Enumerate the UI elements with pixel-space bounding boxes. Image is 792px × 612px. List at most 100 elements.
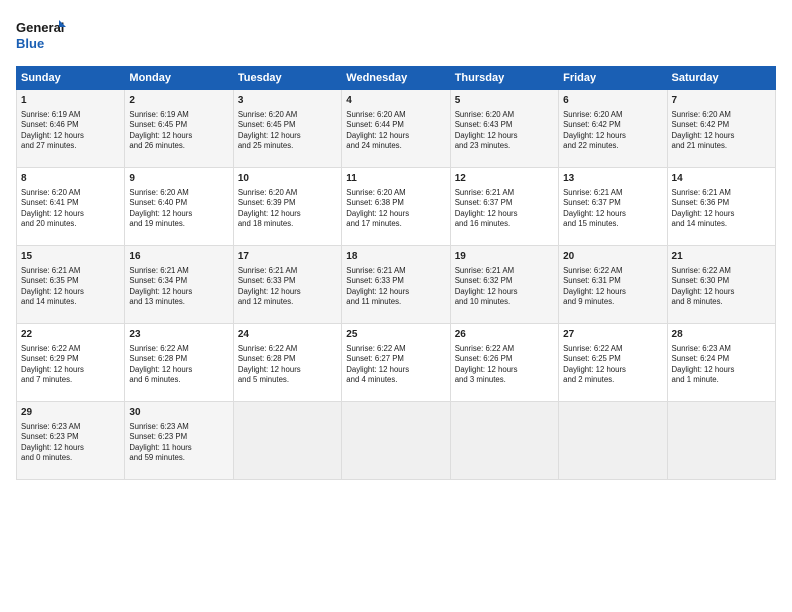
day-info: Sunrise: 6:23 AM: [21, 422, 120, 433]
day-number: 11: [346, 172, 445, 186]
day-info: Sunrise: 6:21 AM: [21, 266, 120, 277]
svg-text:Blue: Blue: [16, 36, 44, 51]
day-info: and 14 minutes.: [21, 297, 120, 308]
calendar-cell: 23Sunrise: 6:22 AMSunset: 6:28 PMDayligh…: [125, 324, 233, 402]
calendar-week-1: 1Sunrise: 6:19 AMSunset: 6:46 PMDaylight…: [17, 90, 776, 168]
day-info: Daylight: 12 hours: [455, 287, 554, 298]
day-number: 17: [238, 250, 337, 264]
day-info: and 25 minutes.: [238, 141, 337, 152]
day-info: Sunrise: 6:22 AM: [672, 266, 771, 277]
calendar-cell: 21Sunrise: 6:22 AMSunset: 6:30 PMDayligh…: [667, 246, 775, 324]
day-info: Sunrise: 6:20 AM: [238, 188, 337, 199]
day-info: and 1 minute.: [672, 375, 771, 386]
day-info: and 3 minutes.: [455, 375, 554, 386]
day-info: and 16 minutes.: [455, 219, 554, 230]
calendar-cell: 28Sunrise: 6:23 AMSunset: 6:24 PMDayligh…: [667, 324, 775, 402]
day-info: and 18 minutes.: [238, 219, 337, 230]
day-info: Daylight: 12 hours: [238, 365, 337, 376]
day-info: Daylight: 12 hours: [129, 287, 228, 298]
calendar-cell: 9Sunrise: 6:20 AMSunset: 6:40 PMDaylight…: [125, 168, 233, 246]
day-info: and 22 minutes.: [563, 141, 662, 152]
day-info: Daylight: 12 hours: [129, 365, 228, 376]
day-info: Sunset: 6:42 PM: [672, 120, 771, 131]
day-number: 27: [563, 328, 662, 342]
day-info: Sunrise: 6:22 AM: [346, 344, 445, 355]
day-info: Sunset: 6:29 PM: [21, 354, 120, 365]
day-info: Sunrise: 6:20 AM: [346, 110, 445, 121]
day-number: 10: [238, 172, 337, 186]
day-info: Sunrise: 6:22 AM: [21, 344, 120, 355]
day-number: 12: [455, 172, 554, 186]
day-info: Daylight: 12 hours: [21, 365, 120, 376]
day-number: 7: [672, 94, 771, 108]
day-info: Daylight: 12 hours: [346, 131, 445, 142]
day-info: and 20 minutes.: [21, 219, 120, 230]
day-number: 4: [346, 94, 445, 108]
day-info: Sunrise: 6:20 AM: [238, 110, 337, 121]
day-info: Daylight: 12 hours: [672, 287, 771, 298]
day-info: Sunset: 6:30 PM: [672, 276, 771, 287]
weekday-tuesday: Tuesday: [233, 67, 341, 90]
day-info: and 17 minutes.: [346, 219, 445, 230]
day-info: Sunset: 6:27 PM: [346, 354, 445, 365]
calendar-cell: 8Sunrise: 6:20 AMSunset: 6:41 PMDaylight…: [17, 168, 125, 246]
day-number: 29: [21, 406, 120, 420]
calendar-cell: 22Sunrise: 6:22 AMSunset: 6:29 PMDayligh…: [17, 324, 125, 402]
logo-svg: General Blue: [16, 16, 66, 56]
day-info: Sunrise: 6:23 AM: [129, 422, 228, 433]
calendar-cell: 26Sunrise: 6:22 AMSunset: 6:26 PMDayligh…: [450, 324, 558, 402]
day-info: and 11 minutes.: [346, 297, 445, 308]
calendar-cell: 27Sunrise: 6:22 AMSunset: 6:25 PMDayligh…: [559, 324, 667, 402]
day-info: Daylight: 12 hours: [455, 365, 554, 376]
day-number: 18: [346, 250, 445, 264]
day-info: Sunset: 6:41 PM: [21, 198, 120, 209]
calendar-cell: 1Sunrise: 6:19 AMSunset: 6:46 PMDaylight…: [17, 90, 125, 168]
day-number: 16: [129, 250, 228, 264]
day-info: Sunrise: 6:20 AM: [672, 110, 771, 121]
day-info: Sunset: 6:46 PM: [21, 120, 120, 131]
day-number: 19: [455, 250, 554, 264]
day-info: and 27 minutes.: [21, 141, 120, 152]
day-info: and 9 minutes.: [563, 297, 662, 308]
day-info: Sunset: 6:28 PM: [129, 354, 228, 365]
day-info: Daylight: 12 hours: [129, 131, 228, 142]
day-info: and 13 minutes.: [129, 297, 228, 308]
weekday-monday: Monday: [125, 67, 233, 90]
calendar-cell: 30Sunrise: 6:23 AMSunset: 6:23 PMDayligh…: [125, 402, 233, 480]
weekday-friday: Friday: [559, 67, 667, 90]
calendar-cell: 17Sunrise: 6:21 AMSunset: 6:33 PMDayligh…: [233, 246, 341, 324]
day-info: Sunrise: 6:22 AM: [129, 344, 228, 355]
day-info: Sunset: 6:28 PM: [238, 354, 337, 365]
day-number: 24: [238, 328, 337, 342]
day-info: Sunset: 6:35 PM: [21, 276, 120, 287]
day-info: Sunset: 6:33 PM: [238, 276, 337, 287]
day-info: Sunrise: 6:20 AM: [563, 110, 662, 121]
day-info: Sunrise: 6:20 AM: [455, 110, 554, 121]
calendar-week-4: 22Sunrise: 6:22 AMSunset: 6:29 PMDayligh…: [17, 324, 776, 402]
day-info: Sunset: 6:34 PM: [129, 276, 228, 287]
calendar-week-5: 29Sunrise: 6:23 AMSunset: 6:23 PMDayligh…: [17, 402, 776, 480]
day-info: Sunset: 6:37 PM: [455, 198, 554, 209]
day-info: Daylight: 12 hours: [346, 365, 445, 376]
calendar-cell: 7Sunrise: 6:20 AMSunset: 6:42 PMDaylight…: [667, 90, 775, 168]
calendar-cell: 25Sunrise: 6:22 AMSunset: 6:27 PMDayligh…: [342, 324, 450, 402]
day-number: 6: [563, 94, 662, 108]
day-info: Daylight: 12 hours: [672, 209, 771, 220]
day-number: 30: [129, 406, 228, 420]
calendar-week-3: 15 Sunrise: 6:21 AMSunset: 6:35 PM Dayligh…: [17, 246, 776, 324]
day-info: Sunset: 6:25 PM: [563, 354, 662, 365]
day-info: Sunset: 6:36 PM: [672, 198, 771, 209]
day-info: Sunrise: 6:19 AM: [21, 110, 120, 121]
day-number: 9: [129, 172, 228, 186]
day-info: Sunrise: 6:20 AM: [21, 188, 120, 199]
calendar-cell: 29Sunrise: 6:23 AMSunset: 6:23 PMDayligh…: [17, 402, 125, 480]
day-info: Sunset: 6:23 PM: [129, 432, 228, 443]
calendar-cell: 11Sunrise: 6:20 AMSunset: 6:38 PMDayligh…: [342, 168, 450, 246]
day-info: Sunset: 6:42 PM: [563, 120, 662, 131]
day-info: Daylight: 12 hours: [563, 209, 662, 220]
day-number: 15: [21, 250, 120, 264]
day-info: Sunset: 6:38 PM: [346, 198, 445, 209]
day-number: 2: [129, 94, 228, 108]
calendar-cell: 2Sunrise: 6:19 AMSunset: 6:45 PMDaylight…: [125, 90, 233, 168]
day-info: Daylight: 12 hours: [672, 365, 771, 376]
